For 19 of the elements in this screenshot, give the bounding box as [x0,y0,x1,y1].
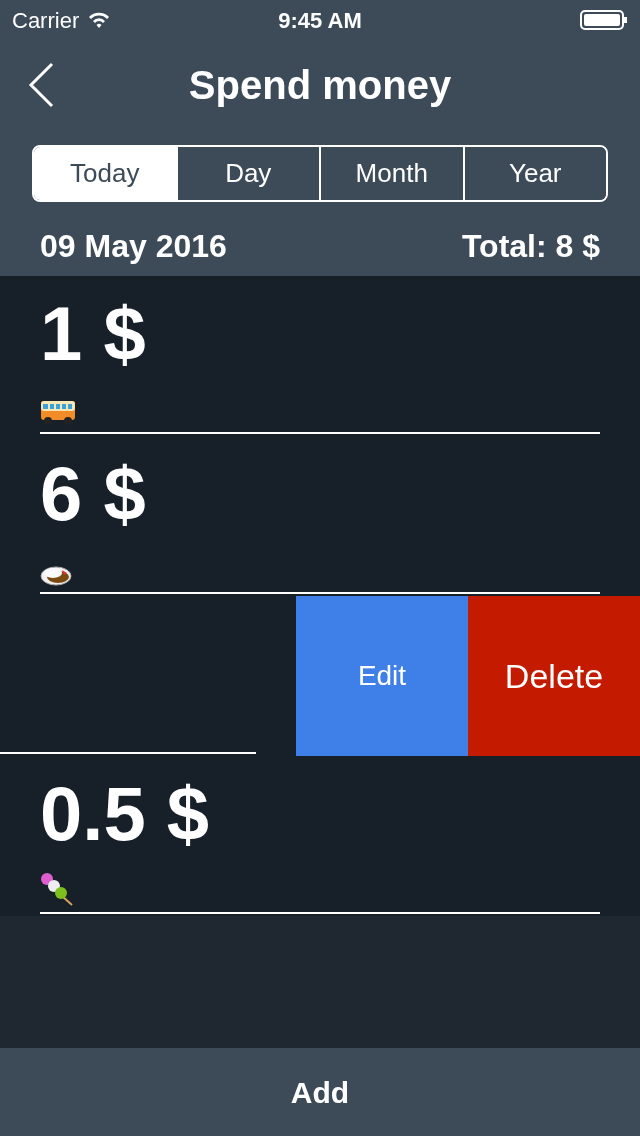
back-icon[interactable] [28,62,54,108]
status-time: 9:45 AM [278,6,362,35]
carrier-label: Carrier [12,6,80,35]
dango-icon [40,872,74,906]
bus-icon [40,400,76,426]
delete-button[interactable]: Delete [468,596,640,756]
expense-amount: 1 $ [40,296,146,372]
expense-amount: 6 $ [40,456,146,532]
segment-tab[interactable]: Year [462,147,606,200]
curry-rice-icon [40,564,72,586]
screen-title: Spend money [187,62,453,109]
edit-button[interactable]: Edit [296,596,468,756]
segment-tab[interactable]: Today [34,147,176,200]
total-label: Total: 8 $ [461,227,600,266]
add-button[interactable]: Add [0,1048,640,1136]
battery-icon [580,10,628,30]
wifi-icon [87,11,112,29]
expense-amount: 0.5 $ [40,776,210,852]
date-label: 09 May 2016 [40,227,227,266]
